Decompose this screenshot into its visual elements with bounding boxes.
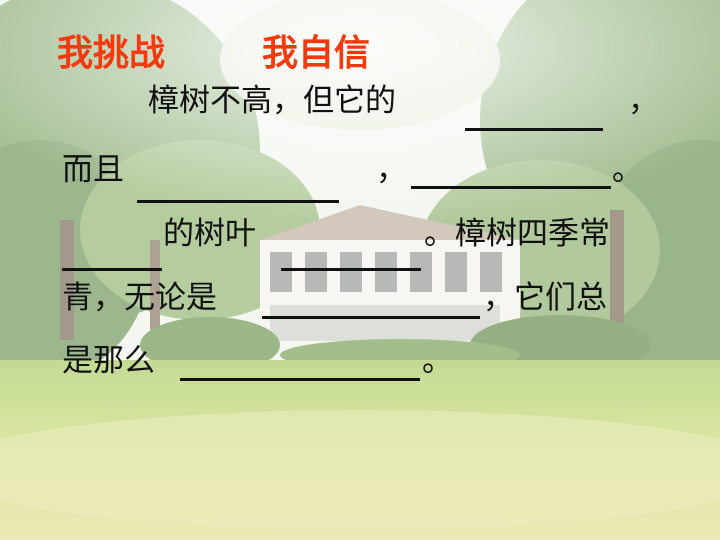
line1-text: 樟树不高，但它的 [148,83,396,119]
blank-5 [281,268,421,271]
line2-comma: ， [376,152,407,188]
line2-period: 。 [612,152,643,188]
line3-mid: 。樟树四季常 [424,216,610,252]
line2-start: 而且 [62,152,124,188]
blank-4 [62,268,162,271]
title-confidence: 我自信 [262,33,371,74]
line6-period: 。 [422,343,453,379]
line5-mid: ，它们总 [483,280,607,316]
line6-start: 是那么 [62,343,155,379]
blank-2 [137,200,339,203]
blank-1 [465,128,603,131]
blank-7 [180,378,420,381]
blank-6 [262,316,480,319]
slide: 我挑战 我自信 樟树不高，但它的 ， 而且 ， 。 的树叶 。樟树四季常 青，无… [0,0,720,540]
title-challenge: 我挑战 [57,33,166,74]
line3-text: 的树叶 [163,216,256,252]
line1-comma: ， [628,83,659,119]
line5-start: 青，无论是 [62,280,217,316]
blank-3 [411,186,611,189]
